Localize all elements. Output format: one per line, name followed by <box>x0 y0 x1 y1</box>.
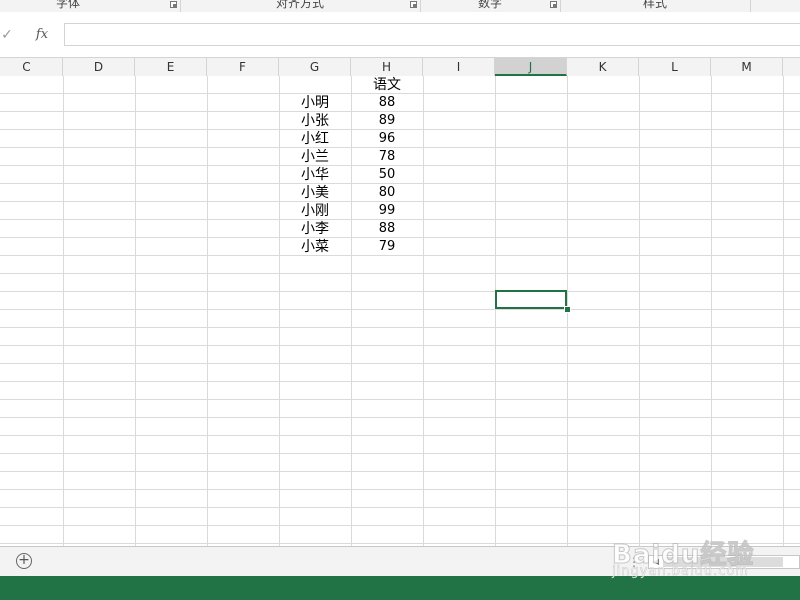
ribbon-group-styles: 样式 <box>560 0 751 12</box>
score-cell[interactable]: 89 <box>351 112 423 130</box>
formula-input[interactable] <box>64 23 800 46</box>
column-header-l[interactable]: L <box>639 58 711 76</box>
name-cell[interactable]: 小张 <box>279 112 351 130</box>
name-cell[interactable]: 小刚 <box>279 202 351 220</box>
table-header-cell[interactable]: 语文 <box>351 76 423 94</box>
excel-window: 字体 对齐方式 数字 样式 ✓ fx C D E F G H I J K L M <box>0 0 800 600</box>
ribbon-group-number: 数字 <box>420 0 561 12</box>
name-cell[interactable]: 小华 <box>279 166 351 184</box>
score-cell[interactable]: 80 <box>351 184 423 202</box>
scrollbar-thumb[interactable] <box>663 557 783 567</box>
column-header-g[interactable]: G <box>279 58 351 76</box>
column-header-m[interactable]: M <box>711 58 783 76</box>
formula-bar: ✓ fx <box>0 12 800 58</box>
ribbon-group-label: 对齐方式 <box>275 0 324 10</box>
column-header-f[interactable]: F <box>207 58 279 76</box>
dialog-launcher-icon[interactable] <box>550 1 557 8</box>
column-header-d[interactable]: D <box>63 58 135 76</box>
ribbon-group-font: 字体 <box>0 0 181 12</box>
ribbon-group-label: 样式 <box>642 0 667 10</box>
column-header-j[interactable]: J <box>495 58 567 76</box>
sheet-tab-bar: + ⋮ ◀ <box>0 546 800 577</box>
name-cell[interactable]: 小菜 <box>279 238 351 256</box>
score-cell[interactable]: 88 <box>351 94 423 112</box>
status-bar <box>0 576 800 600</box>
scroll-left-icon[interactable]: ◀ <box>651 557 661 567</box>
name-cell[interactable]: 小明 <box>279 94 351 112</box>
score-cell[interactable]: 99 <box>351 202 423 220</box>
column-header-h[interactable]: H <box>351 58 423 76</box>
dialog-launcher-icon[interactable] <box>170 1 177 8</box>
ribbon-group-label: 字体 <box>55 0 80 10</box>
score-cell[interactable]: 79 <box>351 238 423 256</box>
score-cell[interactable]: 96 <box>351 130 423 148</box>
active-cell-selection[interactable] <box>495 290 567 309</box>
name-cell[interactable]: 小兰 <box>279 148 351 166</box>
enter-check-icon[interactable]: ✓ <box>0 24 14 46</box>
score-cell[interactable]: 78 <box>351 148 423 166</box>
ribbon-group-label: 数字 <box>477 0 502 10</box>
tab-splitter-handle[interactable]: ⋮ <box>628 555 640 569</box>
dialog-launcher-icon[interactable] <box>410 1 417 8</box>
horizontal-scrollbar[interactable]: ◀ <box>648 555 800 569</box>
name-cell[interactable]: 小李 <box>279 220 351 238</box>
column-header-row: C D E F G H I J K L M <box>0 58 800 77</box>
column-header-e[interactable]: E <box>135 58 207 76</box>
insert-function-icon[interactable]: fx <box>28 24 56 46</box>
score-cell[interactable]: 88 <box>351 220 423 238</box>
column-header-k[interactable]: K <box>567 58 639 76</box>
ribbon-group-alignment: 对齐方式 <box>180 0 421 12</box>
cell-grid[interactable]: 语文 小明 88 小张 89 小红 96 小兰 78 小华 50 小美 80 小… <box>0 76 800 546</box>
name-cell[interactable]: 小美 <box>279 184 351 202</box>
column-header-i[interactable]: I <box>423 58 495 76</box>
fill-handle[interactable] <box>564 306 571 313</box>
add-sheet-button[interactable]: + <box>16 553 32 569</box>
score-cell[interactable]: 50 <box>351 166 423 184</box>
name-cell[interactable]: 小红 <box>279 130 351 148</box>
column-header-c[interactable]: C <box>0 58 63 76</box>
